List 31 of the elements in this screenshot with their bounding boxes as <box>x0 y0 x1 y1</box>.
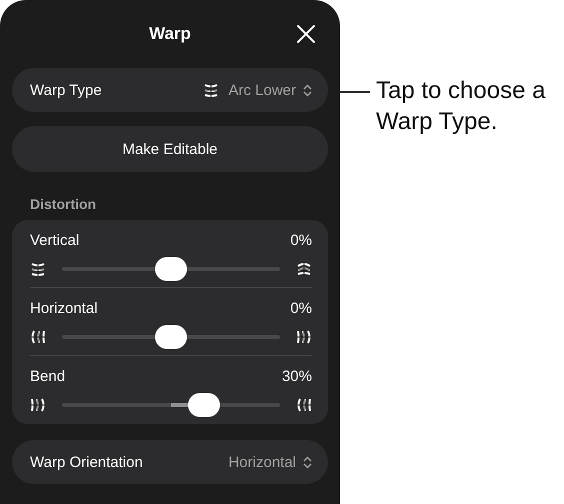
row-label: Warp Orientation <box>30 454 143 470</box>
close-icon <box>296 24 316 44</box>
warp-grid-icon <box>30 329 46 345</box>
warp-grid-icon <box>30 397 46 413</box>
warp-orientation-selector[interactable]: Warp Orientation Horizontal <box>12 440 328 484</box>
warp-grid-icon <box>296 397 312 413</box>
slider-value: 0% <box>290 300 312 317</box>
warp-grid-icon <box>296 261 312 277</box>
slider-thumb[interactable] <box>155 257 187 281</box>
slider-value: 30% <box>282 368 312 385</box>
slider-value: 0% <box>290 232 312 249</box>
close-button[interactable] <box>296 24 316 44</box>
make-editable-button[interactable]: Make Editable <box>12 126 328 172</box>
chevron-updown-icon <box>303 456 312 468</box>
slider-thumb[interactable] <box>188 393 220 417</box>
section-heading: Distortion <box>29 195 98 214</box>
chevron-updown-icon <box>303 84 312 96</box>
row-label: Warp Type <box>30 82 102 98</box>
warp-type-selector[interactable]: Warp Type Arc Lower <box>12 68 328 112</box>
slider-label: Horizontal <box>30 300 98 317</box>
callout-text: Tap to choose a Warp Type. <box>375 76 546 137</box>
slider-thumb[interactable] <box>155 325 187 349</box>
warp-grid-icon <box>296 329 312 345</box>
slider-label: Bend <box>30 368 66 385</box>
row-value: Arc Lower <box>228 82 296 98</box>
slider-label: Vertical <box>30 232 80 249</box>
row-value: Horizontal <box>228 454 296 470</box>
warp-grid-icon <box>30 261 46 277</box>
warp-type-icon <box>203 82 220 98</box>
leader-line <box>340 91 370 92</box>
panel-title: Warp <box>149 24 191 44</box>
